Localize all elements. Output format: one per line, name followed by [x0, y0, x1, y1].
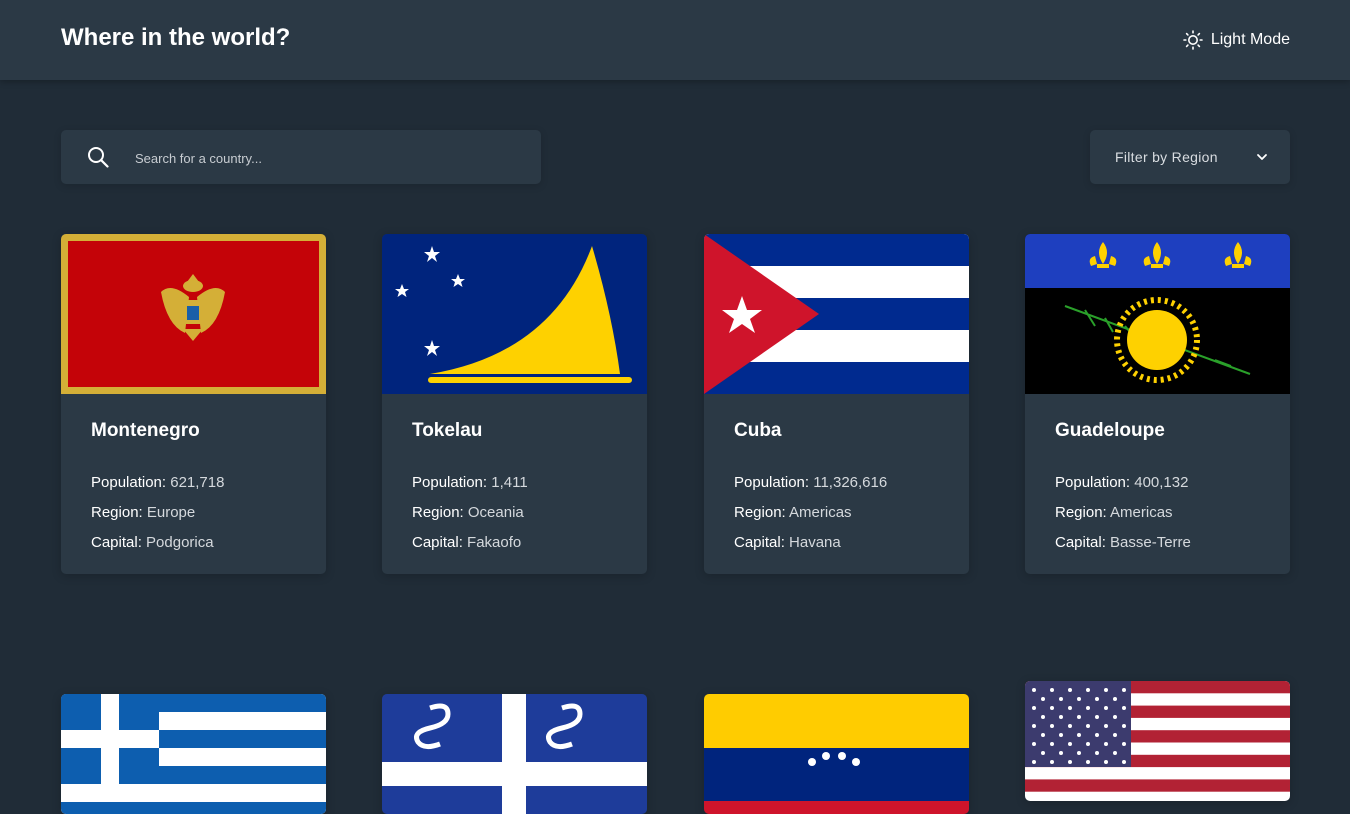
country-card-martinique[interactable] [382, 694, 647, 814]
capital-row: Capital: Podgorica [91, 528, 224, 558]
guadeloupe-flag [1025, 234, 1290, 394]
region-row: Region: Americas [734, 498, 887, 528]
country-card-tokelau[interactable]: Tokelau Population: 1,411 Region: Oceani… [382, 234, 647, 574]
country-card-guadeloupe[interactable]: Guadeloupe Population: 400,132 Region: A… [1025, 234, 1290, 574]
country-details: Population: 400,132 Region: Americas Cap… [1055, 468, 1191, 558]
country-card-montenegro[interactable]: Montenegro Population: 621,718 Region: E… [61, 234, 326, 574]
united-states-flag [1025, 681, 1290, 801]
population-row: Population: 11,326,616 [734, 468, 887, 498]
country-card-cuba[interactable]: Cuba Population: 11,326,616 Region: Amer… [704, 234, 969, 574]
population-row: Population: 400,132 [1055, 468, 1191, 498]
population-value: 621,718 [170, 474, 225, 491]
capital-row: Capital: Basse-Terre [1055, 528, 1191, 558]
country-card-united-states[interactable] [1025, 681, 1290, 801]
capital-value: Fakaofo [467, 534, 522, 551]
population-value: 1,411 [491, 474, 528, 491]
capital-label: Capital: [734, 534, 785, 551]
chevron-down-icon [1257, 154, 1267, 160]
capital-value: Podgorica [146, 534, 214, 551]
search-input[interactable] [133, 130, 527, 186]
population-label: Population: [91, 474, 167, 491]
region-filter-dropdown[interactable]: Filter by Region [1090, 130, 1290, 184]
capital-value: Havana [789, 534, 841, 551]
country-name: Guadeloupe [1055, 420, 1165, 441]
country-details: Population: 621,718 Region: Europe Capit… [91, 468, 224, 558]
country-card-venezuela[interactable] [704, 694, 969, 814]
montenegro-flag [61, 234, 326, 394]
country-details: Population: 11,326,616 Region: Americas … [734, 468, 887, 558]
region-label: Region: [412, 504, 464, 521]
cuba-flag [704, 234, 969, 394]
region-value: Americas [1110, 504, 1173, 521]
capital-row: Capital: Fakaofo [412, 528, 528, 558]
population-label: Population: [1055, 474, 1131, 491]
top-bar: Where in the world? Light Mode [0, 0, 1350, 80]
country-name: Tokelau [412, 420, 483, 441]
app-title: Where in the world? [61, 24, 291, 51]
population-label: Population: [734, 474, 810, 491]
region-value: Europe [146, 504, 196, 521]
region-label: Region: [91, 504, 143, 521]
population-value: 11,326,616 [813, 474, 888, 491]
greece-flag [61, 694, 326, 814]
region-filter-label: Filter by Region [1115, 149, 1218, 165]
theme-toggle-button[interactable]: Light Mode [1183, 28, 1290, 52]
region-value: Oceania [467, 504, 524, 521]
region-row: Region: Oceania [412, 498, 528, 528]
capital-label: Capital: [91, 534, 142, 551]
search-box [61, 130, 541, 186]
country-name: Cuba [734, 420, 782, 441]
region-label: Region: [734, 504, 786, 521]
region-value: Americas [789, 504, 852, 521]
capital-value: Basse-Terre [1110, 534, 1191, 551]
region-row: Region: Europe [91, 498, 224, 528]
martinique-flag [382, 694, 647, 814]
country-details: Population: 1,411 Region: Oceania Capita… [412, 468, 528, 558]
venezuela-flag [704, 694, 969, 814]
tokelau-flag [382, 234, 647, 394]
region-label: Region: [1055, 504, 1107, 521]
population-row: Population: 1,411 [412, 468, 528, 498]
population-value: 400,132 [1134, 474, 1189, 491]
theme-toggle-label: Light Mode [1210, 31, 1290, 48]
capital-label: Capital: [1055, 534, 1106, 551]
capital-row: Capital: Havana [734, 528, 887, 558]
sun-icon [1183, 30, 1203, 50]
population-row: Population: 621,718 [91, 468, 224, 498]
search-icon [88, 147, 109, 168]
country-name: Montenegro [91, 420, 200, 441]
population-label: Population: [412, 474, 488, 491]
country-card-greece[interactable] [61, 694, 326, 814]
capital-label: Capital: [412, 534, 463, 551]
region-row: Region: Americas [1055, 498, 1191, 528]
